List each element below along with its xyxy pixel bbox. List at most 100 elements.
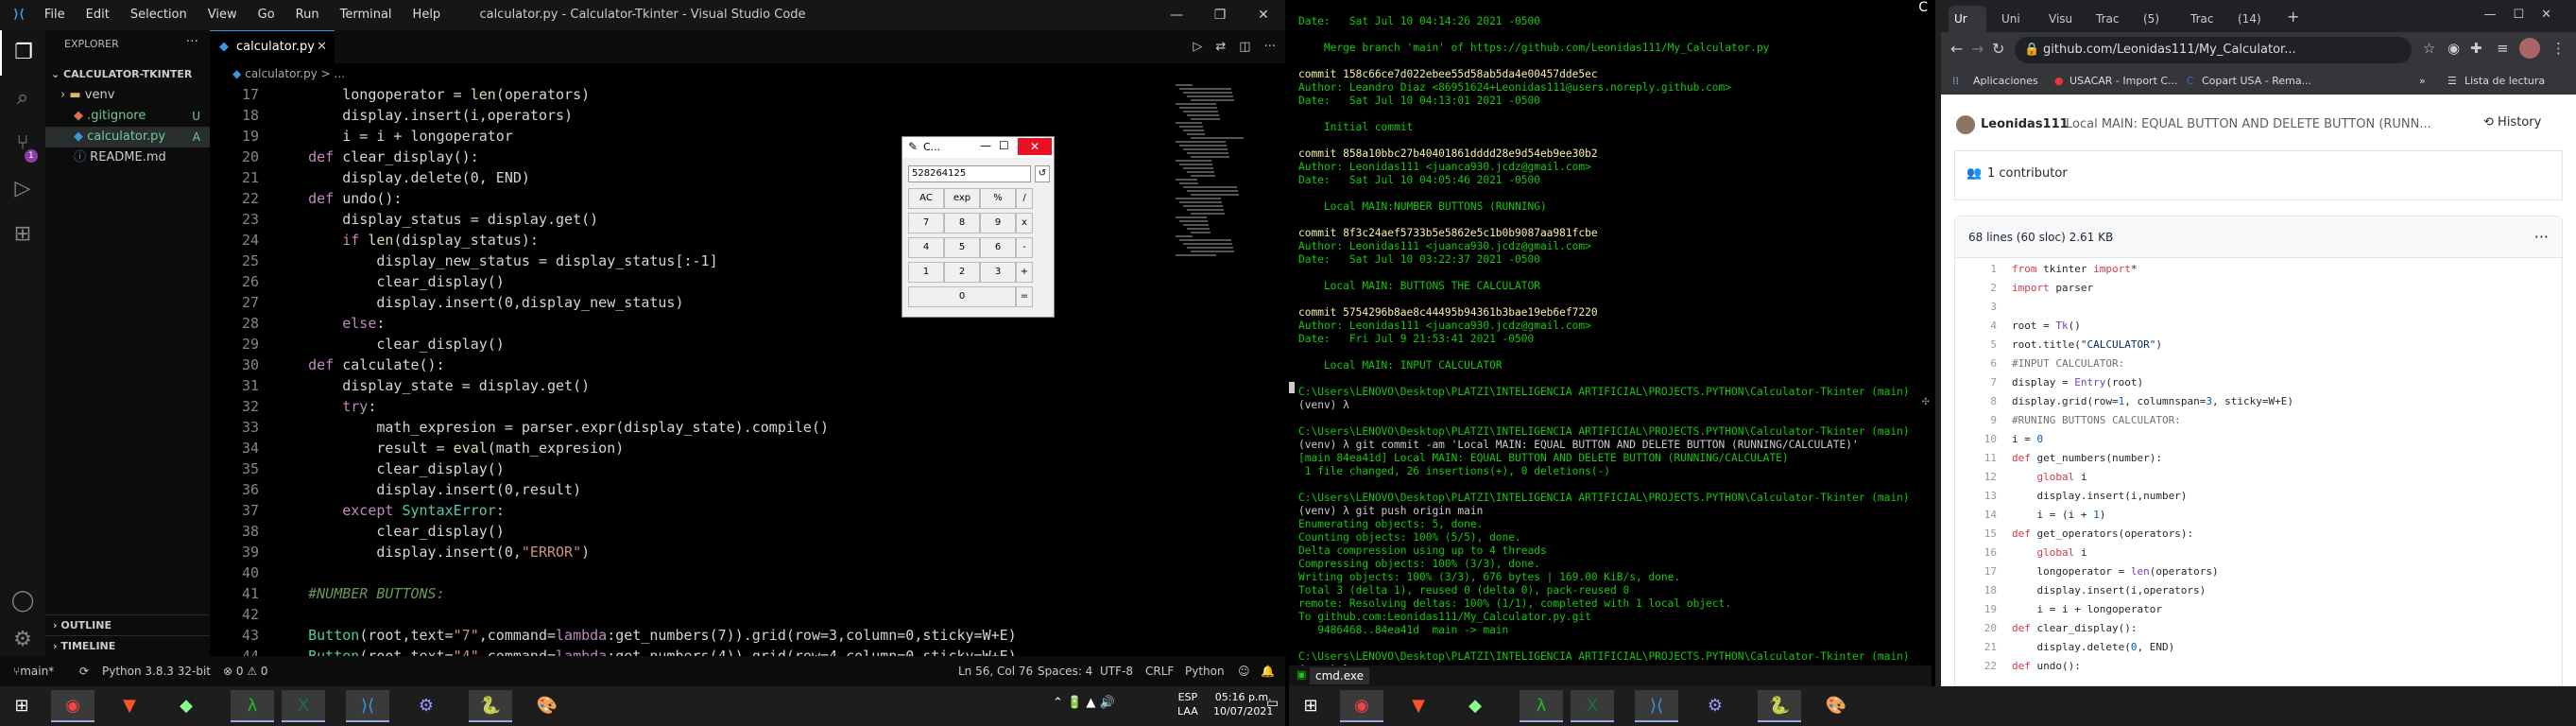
code-line[interactable]: def get_operators(operators): <box>2012 525 2193 544</box>
encoding[interactable]: UTF-8 <box>1100 656 1133 686</box>
close-icon[interactable]: ✕ <box>1242 0 1285 30</box>
feedback-icon[interactable]: ☺ <box>1238 656 1250 686</box>
bookmark-usacar[interactable]: USACAR - Import C... <box>2069 68 2178 95</box>
code-line[interactable]: def clear_display(): <box>2012 619 2137 638</box>
close-icon[interactable]: ✕ <box>1018 138 1052 155</box>
code-line[interactable]: import parser <box>2012 279 2093 298</box>
new-tab-icon[interactable]: + <box>2287 8 2299 26</box>
bookmark-apps[interactable]: Aplicaciones <box>1973 68 2038 95</box>
action-center-icon[interactable]: ▭ <box>1266 696 1279 711</box>
language-indicator[interactable]: ESP LAA <box>1177 690 1198 718</box>
media-icon[interactable]: ≡ <box>2497 40 2509 57</box>
browser-tab[interactable]: Uni <box>1996 6 2034 32</box>
language-mode[interactable]: Python <box>1185 656 1225 686</box>
vscode-icon[interactable]: ⟩⟨ <box>346 690 389 722</box>
code-line[interactable]: global i <box>2012 468 2087 487</box>
code-line[interactable]: display.delete(0, END) <box>2012 638 2174 657</box>
minimap[interactable] <box>1176 84 1261 273</box>
more-bookmarks-icon[interactable]: » <box>2419 68 2426 95</box>
branch-status[interactable]: ⑂ main* <box>13 656 54 686</box>
tree-item-calculator[interactable]: ◆ calculator.py A <box>45 127 210 147</box>
file-menu-icon[interactable]: ··· <box>2534 216 2549 258</box>
history-link[interactable]: ⟲ History <box>2483 115 2541 130</box>
code-line[interactable]: Button(root,text="7",command=lambda:get_… <box>274 625 1017 646</box>
forward-icon[interactable]: → <box>1971 40 1984 58</box>
calc-button[interactable]: exp <box>944 188 980 209</box>
code-line[interactable]: result = eval(math_expresion) <box>274 438 624 458</box>
chrome-icon[interactable]: ◉ <box>1340 690 1383 722</box>
python-icon[interactable]: 🐍 <box>469 690 512 722</box>
sync-icon[interactable]: ⟳ <box>79 656 89 686</box>
cmd-tab[interactable]: cmd.exe <box>1310 667 1370 684</box>
code-line[interactable]: display.insert(0,result) <box>274 479 581 500</box>
code-line[interactable]: i = 0 <box>2012 430 2043 449</box>
code-line[interactable]: display.insert(0,"ERROR") <box>274 542 590 562</box>
code-line[interactable]: display.insert(i,number) <box>2012 487 2187 506</box>
code-line[interactable]: try: <box>274 396 376 417</box>
cursor-position[interactable]: Ln 56, Col 76 <box>958 656 1033 686</box>
code-line[interactable]: def undo(): <box>274 188 402 209</box>
excel-icon[interactable]: X <box>1571 690 1614 722</box>
menu-help[interactable]: Help <box>403 0 452 30</box>
brave-icon[interactable]: ▼ <box>1397 690 1440 722</box>
calc-button[interactable]: 1 <box>908 262 944 283</box>
code-line[interactable]: #NUMBER BUTTONS: <box>274 583 445 604</box>
restore-icon[interactable]: ❐ <box>1198 0 1242 30</box>
calc-button[interactable]: 2 <box>944 262 980 283</box>
maximize-icon[interactable]: ☐ <box>999 139 1009 152</box>
code-line[interactable]: display_state = display.get() <box>274 375 590 396</box>
tree-item-venv[interactable]: › ▬ venv <box>45 85 210 106</box>
extension-icon[interactable]: ◉ <box>2447 40 2460 57</box>
browser-tab[interactable]: Visu <box>2043 6 2081 32</box>
timeline-section[interactable]: › TIMELINE <box>45 635 210 656</box>
browser-tab[interactable]: Ur <box>1949 6 1986 32</box>
excel-icon[interactable]: X <box>282 690 325 722</box>
calc-button[interactable]: 6 <box>980 237 1016 258</box>
git-kraken-icon[interactable]: ◆ <box>1453 690 1497 722</box>
browser-tab[interactable]: Trac <box>2185 6 2223 32</box>
tree-item-readme[interactable]: ⓘ README.md <box>45 147 210 168</box>
calc-button[interactable]: / <box>1016 188 1033 209</box>
minimize-icon[interactable]: — <box>1155 0 1198 30</box>
compare-icon[interactable]: ⇄ <box>1215 40 1226 54</box>
window-controls[interactable]: —☐✕ <box>2483 8 2568 22</box>
menu-selection[interactable]: Selection <box>120 0 197 30</box>
code-line[interactable]: i = (i + 1) <box>2012 506 2105 525</box>
code-line[interactable]: #RUNING BUTTONS CALCULATOR: <box>2012 411 2181 430</box>
code-line[interactable]: clear_display() <box>274 334 504 354</box>
calc-button[interactable]: x <box>1016 213 1033 233</box>
calc-button[interactable]: AC <box>908 188 944 209</box>
cmder-icon[interactable]: λ <box>231 690 274 722</box>
minimize-icon[interactable]: — <box>980 139 991 152</box>
calc-button[interactable]: 4 <box>908 237 944 258</box>
notifications-icon[interactable]: 🔔 <box>1261 656 1275 686</box>
code-line[interactable]: #INPUT CALCULATOR: <box>2012 354 2124 373</box>
reading-list[interactable]: Lista de lectura <box>2464 68 2545 95</box>
run-debug-icon[interactable]: ▷ <box>0 166 45 212</box>
paint-icon[interactable]: 🎨 <box>525 690 569 722</box>
menu-kebab-icon[interactable]: ⋮ <box>2551 40 2566 57</box>
puzzle-icon[interactable]: ✚ <box>2470 40 2482 57</box>
code-line[interactable]: clear_display() <box>274 458 504 479</box>
code-line[interactable]: def clear_display(): <box>274 147 479 167</box>
code-line[interactable]: i = i + longoperator <box>274 126 513 147</box>
paint-icon[interactable]: 🎨 <box>1814 690 1858 722</box>
more-icon[interactable]: ··· <box>1264 40 1276 54</box>
app-gear-icon[interactable]: ⚙ <box>1693 690 1737 722</box>
calc-button[interactable]: 3 <box>980 262 1016 283</box>
code-line[interactable]: def undo(): <box>2012 657 2081 676</box>
code-line[interactable]: clear_display() <box>274 521 504 542</box>
profile-avatar[interactable] <box>2519 38 2540 59</box>
source-control-icon[interactable]: ⑂ 1 <box>0 121 45 166</box>
contributors-count[interactable]: 1 contributor <box>1987 166 2068 181</box>
search-icon[interactable]: ⌕ <box>0 76 45 121</box>
browser-tab[interactable]: Trac <box>2090 6 2128 32</box>
code-line[interactable]: root.title("CALCULATOR") <box>2012 336 2162 354</box>
python-icon[interactable]: 🐍 <box>1758 690 1801 722</box>
menu-view[interactable]: View <box>197 0 248 30</box>
calc-button[interactable]: - <box>1016 237 1033 258</box>
code-line[interactable]: def get_numbers(number): <box>2012 449 2162 468</box>
back-icon[interactable]: ← <box>1950 40 1963 58</box>
code-line[interactable]: clear_display() <box>274 271 504 292</box>
app-gear-icon[interactable]: ⚙ <box>404 690 448 722</box>
